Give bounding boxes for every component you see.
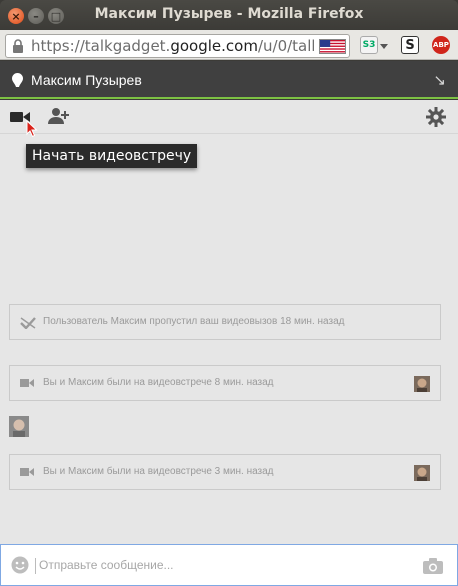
chat-event-video-meeting: Вы и Максим были на видеовстрече 3 мин. …: [9, 454, 441, 490]
status-indicator-icon: [12, 73, 23, 87]
avatar[interactable]: [414, 376, 430, 392]
window-titlebar: × – □ Максим Пузырев - Mozilla Firefox: [0, 0, 458, 30]
seo-extension-icon[interactable]: S3: [360, 36, 378, 54]
chat-body: Начать видеовстречу Пользователь Максим …: [0, 100, 458, 586]
us-flag-icon[interactable]: [319, 39, 346, 54]
video-icon: [20, 379, 34, 387]
window-title: Максим Пузырев - Mozilla Firefox: [94, 6, 364, 22]
video-icon: [20, 468, 34, 476]
contact-name[interactable]: Максим Пузырев: [31, 72, 142, 88]
add-person-icon[interactable]: [48, 107, 70, 125]
avatar[interactable]: [414, 465, 430, 481]
url-bar[interactable]: https://talkgadget.google.com/u/0/talkga…: [5, 34, 350, 58]
url-domain: google.com: [170, 37, 258, 55]
popout-arrow-icon[interactable]: ↘: [433, 71, 446, 89]
emoji-icon[interactable]: [11, 556, 29, 574]
chat-toolbar: [0, 100, 458, 138]
mouse-cursor-icon: [26, 120, 38, 138]
message-input[interactable]: [39, 555, 409, 575]
adblock-plus-icon[interactable]: ABP: [432, 36, 450, 54]
lock-icon: [13, 39, 23, 53]
event-text: Вы и Максим были на видеовстрече 3 мин. …: [43, 466, 274, 477]
url-suffix: /u/0/talkgadget: [257, 37, 314, 55]
url-prefix: https://talkgadget.: [31, 37, 171, 55]
tooltip-start-video: Начать видеовстречу: [26, 144, 198, 168]
url-text[interactable]: https://talkgadget.google.com/u/0/talkga…: [31, 37, 314, 55]
gear-icon[interactable]: [426, 107, 446, 127]
chat-header: Максим Пузырев ↘: [0, 61, 458, 99]
navigation-bar: https://talkgadget.google.com/u/0/talkga…: [0, 30, 458, 60]
missed-call-icon: [20, 317, 36, 329]
input-divider: [35, 558, 36, 574]
event-text: Пользователь Максим пропустил ваш видеов…: [43, 316, 345, 327]
avatar[interactable]: [9, 416, 29, 437]
event-text: Вы и Максим были на видеовстрече 8 мин. …: [43, 377, 274, 388]
chat-event-missed-call: Пользователь Максим пропустил ваш видеов…: [9, 304, 441, 340]
chevron-down-icon[interactable]: [380, 44, 388, 49]
skype-extension-icon[interactable]: S: [401, 36, 419, 54]
camera-icon[interactable]: [423, 558, 443, 574]
chat-event-video-meeting: Вы и Максим были на видеовстрече 8 мин. …: [9, 365, 441, 401]
message-input-bar: [0, 544, 458, 586]
